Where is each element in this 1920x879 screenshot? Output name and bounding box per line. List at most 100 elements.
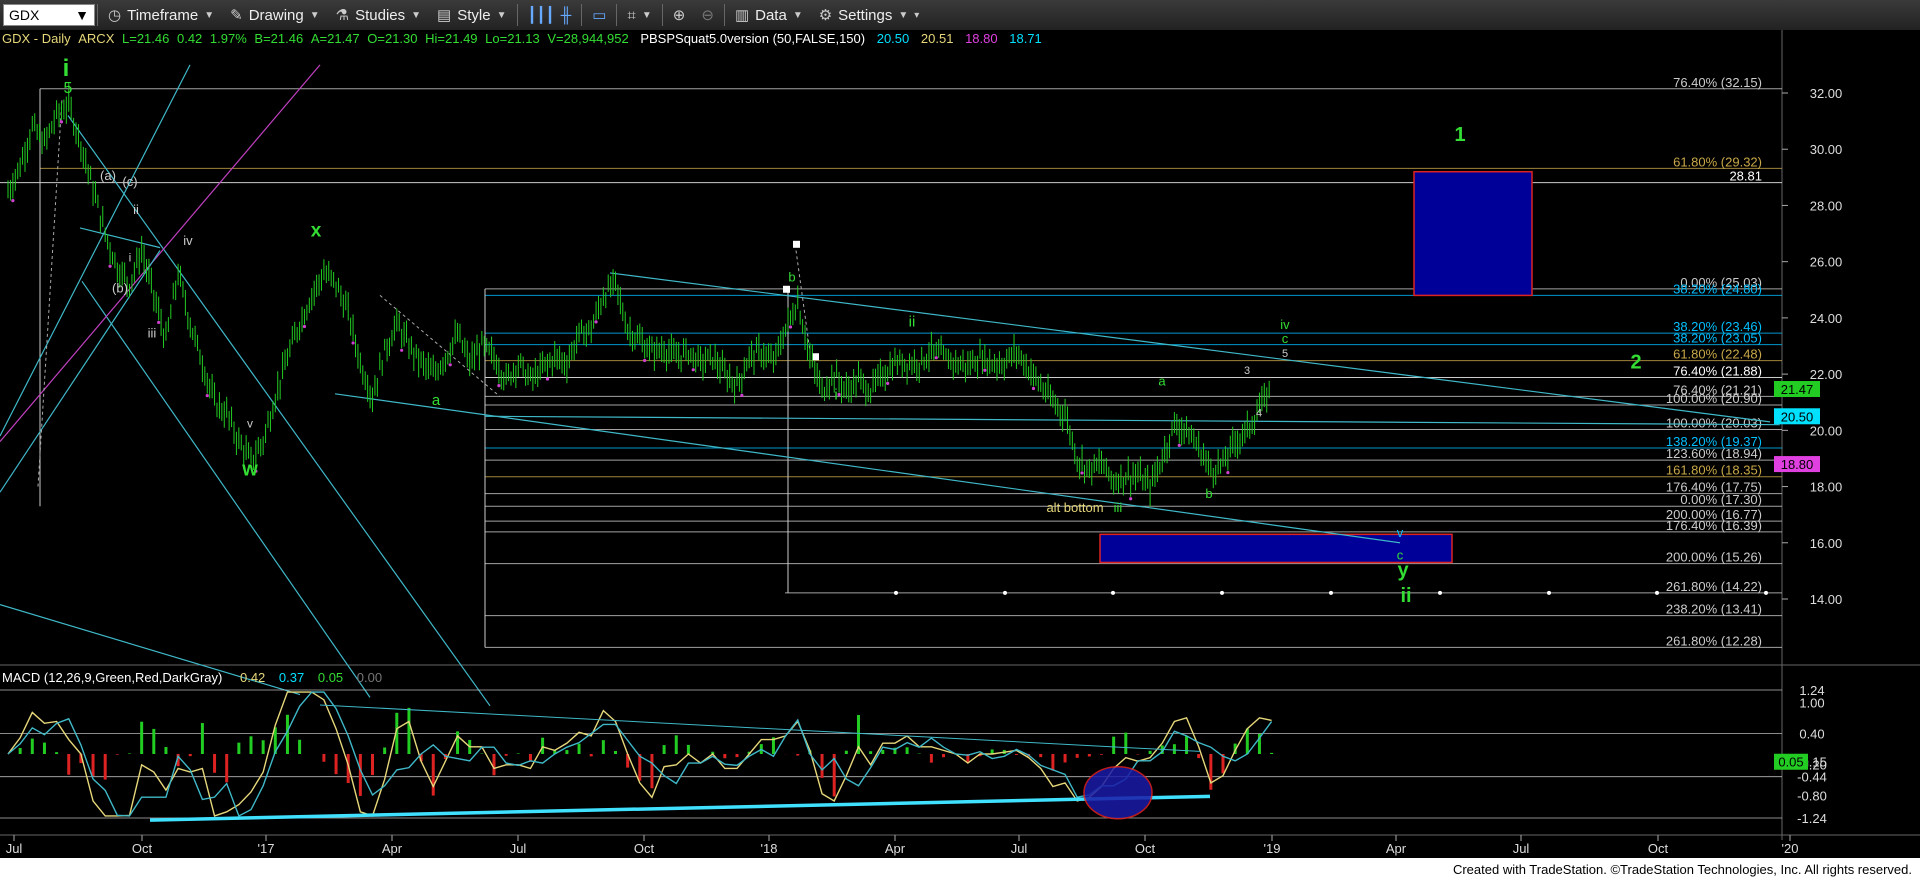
pencil-icon: ✎: [230, 7, 243, 24]
pivot-dot: [1129, 497, 1133, 501]
candle-icon[interactable]: ╫: [561, 7, 572, 24]
timeframe-menu[interactable]: ◷ Timeframe ▼: [100, 2, 222, 28]
settings-label: Settings: [838, 6, 893, 24]
ticker-label: GDX - Daily: [2, 31, 71, 46]
study-label: PBSPSquat5.0version (50,FALSE,150): [640, 31, 866, 46]
x-tick-label: Oct: [132, 841, 153, 856]
pivot-dot: [643, 358, 647, 363]
pivot-dot: [788, 325, 793, 329]
drawing-label: Drawing: [248, 6, 304, 24]
timeframe-label: Timeframe: [127, 6, 199, 24]
pivot-dot: [1031, 386, 1036, 391]
macd-tick-label: -0.44: [1797, 770, 1827, 785]
macd-header: MACD (12,26,9,Green,Red,DarkGray) 0.42 0…: [2, 670, 382, 685]
wave-label: iv: [183, 233, 193, 248]
pivot-dot: [59, 120, 64, 124]
bar-type-buttons[interactable]: ┃┃┃ ╫: [520, 2, 580, 28]
fib-level-label: 61.80% (22.48): [1673, 347, 1762, 362]
chevron-down-icon: ▼: [898, 9, 909, 21]
wave-label: c: [1282, 331, 1289, 346]
copyright-footer: Created with TradeStation. ©TradeStation…: [1452, 862, 1912, 877]
projection-dot: [1111, 590, 1115, 595]
pivot-dot: [11, 199, 15, 203]
pivot-dot: [886, 381, 890, 385]
open-price: O=21.30: [367, 31, 418, 46]
studies-menu[interactable]: ⚗ Studies ▼: [328, 2, 429, 28]
pivot-dot: [1226, 470, 1230, 475]
projection-dot: [1220, 590, 1224, 595]
pivot-dot: [594, 320, 598, 324]
toolbar-divider: [97, 4, 98, 26]
style-label: Style: [457, 6, 491, 24]
pivot-dot: [1177, 443, 1181, 447]
drawing-menu[interactable]: ✎ Drawing ▼: [222, 2, 328, 28]
macd-tick-label: -0.80: [1797, 788, 1827, 803]
wave-label: b: [788, 269, 795, 284]
pivot-dot: [691, 368, 695, 372]
high-price: Hi=21.49: [425, 31, 478, 46]
y-tick-label: 30.00: [1810, 142, 1843, 157]
layout-button[interactable]: ▭: [584, 2, 614, 28]
wave-label: ii: [1400, 585, 1411, 607]
symbol-input[interactable]: GDX ▼: [3, 4, 95, 26]
settings-menu[interactable]: ⚙ Settings ▼ ▾: [811, 2, 928, 28]
clock-icon: ◷: [108, 7, 122, 24]
pivot-dot: [497, 383, 501, 388]
x-tick-label: Oct: [1135, 841, 1156, 856]
wave-label: i: [834, 386, 837, 403]
projection-dot: [1547, 590, 1551, 595]
pivot-dot: [351, 341, 355, 345]
wave-label: (c): [122, 174, 137, 189]
study-value-1: 20.50: [876, 31, 910, 46]
zoom-in-button[interactable]: ⊕: [665, 2, 694, 28]
wave-label: w: [241, 458, 258, 480]
fib-level-label: 261.80% (14.22): [1666, 579, 1762, 594]
zoom-in-icon: ⊕: [672, 7, 686, 24]
x-tick-label: Jul: [1513, 841, 1530, 856]
fib-level-label: 100.00% (20.90): [1666, 391, 1762, 406]
chevron-down-icon: ▼: [204, 9, 215, 21]
chevron-down-icon: ▼: [411, 9, 422, 21]
brush-icon: ▤: [437, 7, 452, 24]
fib-level-label: 38.20% (23.05): [1673, 331, 1762, 346]
cursor-menu[interactable]: ⌗ ▼: [619, 2, 659, 28]
pivot-dot: [983, 368, 987, 372]
x-tick-label: Jul: [6, 841, 23, 856]
low-price: Lo=21.13: [485, 31, 540, 46]
data-menu[interactable]: ▥ Data ▼: [727, 2, 811, 28]
net-change: 0.42: [176, 31, 203, 46]
x-tick-label: '17: [258, 841, 275, 856]
wave-label: a: [1158, 373, 1166, 388]
macd-signal-value: 0.37: [278, 670, 305, 685]
style-menu[interactable]: ▤ Style ▼: [429, 2, 514, 28]
price-chart[interactable]: 76.40% (32.15) 61.80% (29.32)28.81 0.00% (…: [0, 30, 1920, 858]
projection-dot: [894, 590, 898, 595]
toolbar-divider: [723, 4, 725, 26]
pivot-dot: [302, 324, 307, 329]
fib-level-label: 0.00% (17.30): [1680, 492, 1762, 507]
fib-level-label: 28.81: [1729, 169, 1762, 184]
zoom-out-button[interactable]: ⊖: [693, 2, 722, 28]
wave-label: 4: [1256, 407, 1262, 419]
wave-label: (b): [112, 281, 128, 296]
wave-label: x: [311, 220, 322, 241]
projection-dot: [1764, 590, 1768, 595]
volume: V=28,944,952: [547, 31, 629, 46]
bar-chart-icon[interactable]: ┃┃┃: [528, 6, 555, 24]
layout-icon: ▭: [592, 7, 607, 24]
wave-label: ii: [133, 202, 139, 217]
wave-label: v: [247, 417, 253, 431]
wave-label: 1: [1454, 124, 1465, 146]
fib-level-label: 176.40% (16.39): [1666, 518, 1762, 533]
macd-zero-value: 0.00: [356, 670, 383, 685]
macd-tick-label: 1.00: [1799, 695, 1824, 710]
chevron-down-icon: ▼: [309, 9, 320, 21]
macd-value: 0.42: [239, 670, 266, 685]
projection-dot: [1438, 590, 1442, 595]
toolbar-divider: [516, 4, 518, 26]
pivot-dot: [157, 320, 161, 325]
chart-header: GDX - Daily ARCX L=21.46 0.42 1.97% B=21…: [2, 31, 1042, 46]
pivot-dot: [1080, 471, 1084, 475]
pivot-dot: [545, 377, 550, 381]
fib-level-label: 100.00% (20.03): [1666, 415, 1762, 430]
